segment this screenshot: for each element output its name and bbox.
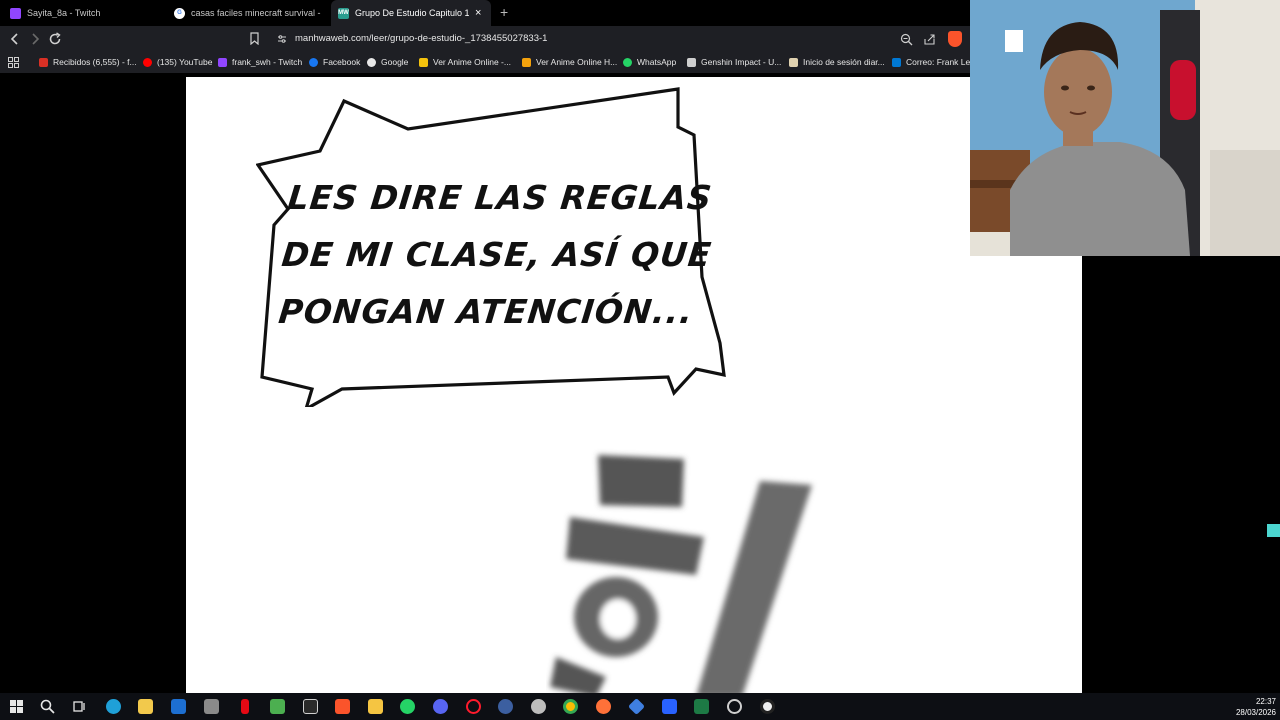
whatsapp-icon — [623, 57, 632, 67]
clock-time: 22:37 — [1255, 697, 1276, 706]
opera-icon[interactable] — [466, 699, 481, 714]
manhwa-page[interactable]: LES DIRE LAS REGLAS DE MI CLASE, ASÍ QUE… — [186, 77, 1082, 693]
tab-label: Sayita_8a - Twitch — [27, 8, 101, 18]
search-icon[interactable] — [40, 699, 55, 714]
brave-icon[interactable] — [335, 699, 350, 714]
bookmark-youtube[interactable]: (135) YouTube — [143, 57, 212, 67]
system-clock[interactable]: 22:37 28/03/2026 — [1236, 696, 1276, 718]
speech-bubble-text: LES DIRE LAS REGLAS DE MI CLASE, ASÍ QUE… — [273, 169, 715, 340]
back-icon[interactable] — [7, 31, 23, 47]
sound-effect-illustration — [550, 455, 812, 693]
start-icon[interactable] — [9, 699, 24, 714]
new-tab-button[interactable]: + — [500, 5, 508, 19]
mail-icon — [39, 57, 48, 67]
speed-icon[interactable] — [727, 699, 742, 714]
google-icon — [367, 57, 376, 67]
bookmark-label: WhatsApp — [637, 57, 677, 67]
url-text: manhwaweb.com/leer/grupo-de-estudio-_173… — [295, 33, 548, 44]
bookmark-label: Ver Anime Online -... — [433, 57, 511, 67]
bookmark-label: Google — [381, 57, 409, 67]
google-icon: G — [174, 7, 185, 19]
bookmark-gmail[interactable]: Recibidos (6,555) - f... — [39, 57, 137, 67]
youtube-icon — [143, 57, 152, 67]
excel-icon[interactable] — [694, 699, 709, 714]
bubble-line: PONGAN ATENCIÓN... — [276, 292, 696, 331]
site-settings-icon[interactable] — [277, 34, 287, 44]
manhwaweb-icon: MW — [338, 7, 349, 19]
zoom-icon[interactable] — [900, 33, 913, 46]
app-blue-icon[interactable] — [628, 698, 645, 715]
minecraft-icon[interactable] — [270, 699, 285, 714]
close-tab-icon[interactable]: × — [475, 7, 481, 19]
anime-icon — [522, 57, 531, 67]
bubble-line: DE MI CLASE, ASÍ QUE — [279, 235, 714, 274]
firefox-icon[interactable] — [596, 699, 611, 714]
app-box-icon[interactable] — [662, 699, 677, 714]
forward-icon[interactable] — [27, 31, 43, 47]
bookmark-google[interactable]: Google — [367, 57, 408, 67]
facebook-icon — [309, 57, 318, 67]
bookmark-anime-1[interactable]: Ver Anime Online -... — [419, 57, 511, 67]
clock-app-icon[interactable] — [760, 699, 775, 714]
page-icon — [789, 57, 798, 67]
screen: Sayita_8a - Twitch G casas faciles minec… — [0, 0, 1280, 720]
store-icon[interactable] — [368, 699, 383, 714]
bookmark-label: frank_swh - Twitch — [232, 57, 303, 67]
bookmark-label: (135) YouTube — [157, 57, 213, 67]
task-view-icon[interactable] — [72, 699, 87, 714]
bookmark-outlook[interactable]: Correo: Frank Leo — [892, 57, 975, 67]
bookmark-page-icon[interactable] — [250, 32, 259, 45]
apps-grid-icon[interactable] — [8, 57, 19, 68]
edge-icon[interactable] — [106, 699, 121, 714]
bookmark-label: Genshin Impact - U... — [701, 57, 782, 67]
bookmark-genshin[interactable]: Genshin Impact - U... — [687, 57, 781, 67]
tab-label: casas faciles minecraft survival - Busc — [191, 8, 322, 18]
twitch-icon — [10, 7, 21, 19]
steam-icon[interactable] — [498, 699, 513, 714]
bookmark-whatsapp[interactable]: WhatsApp — [623, 57, 676, 67]
epic-icon[interactable] — [303, 699, 318, 714]
bookmark-label: Recibidos (6,555) - f... — [53, 57, 137, 67]
address-bar[interactable]: manhwaweb.com/leer/grupo-de-estudio-_173… — [268, 29, 968, 50]
scroll-indicator[interactable] — [1267, 524, 1280, 537]
tab-twitch[interactable]: Sayita_8a - Twitch — [10, 0, 170, 26]
tab-google-search[interactable]: G casas faciles minecraft survival - Bus… — [174, 0, 322, 26]
bookmark-label: Facebook — [323, 57, 361, 67]
tab-manhwaweb[interactable]: MW Grupo De Estudio Capitulo 1 ma × — [331, 0, 491, 26]
file-explorer-icon[interactable] — [138, 699, 153, 714]
bookmark-daily-login[interactable]: Inicio de sesión diar... — [789, 57, 885, 67]
bookmark-label: Ver Anime Online H... — [536, 57, 618, 67]
whatsapp-icon[interactable] — [400, 699, 415, 714]
brave-shields-icon[interactable] — [948, 31, 962, 47]
twitch-icon — [218, 57, 227, 67]
bookmark-twitch[interactable]: frank_swh - Twitch — [218, 57, 302, 67]
clock-date: 28/03/2026 — [1235, 708, 1276, 717]
tab-label: Grupo De Estudio Capitulo 1 ma — [355, 8, 469, 18]
webcam-overlay — [970, 0, 1280, 256]
bookmark-label: Correo: Frank Leo — [906, 57, 975, 67]
mail-icon[interactable] — [171, 699, 186, 714]
webcam-feed-image — [970, 0, 1280, 256]
netflix-icon[interactable] — [241, 699, 249, 714]
reload-icon[interactable] — [47, 31, 63, 47]
bookmark-facebook[interactable]: Facebook — [309, 57, 360, 67]
obs-icon[interactable] — [531, 699, 546, 714]
genshin-icon — [687, 57, 696, 67]
anime-icon — [419, 57, 428, 67]
bookmark-anime-2[interactable]: Ver Anime Online H... — [522, 57, 617, 67]
bubble-line: LES DIRE LAS REGLAS — [285, 178, 715, 217]
calculator-icon[interactable] — [204, 699, 219, 714]
outlook-icon — [892, 57, 901, 67]
bookmarks-bar: Recibidos (6,555) - f... (135) YouTube f… — [0, 53, 975, 73]
chrome-icon[interactable] — [563, 699, 578, 714]
taskbar: 22:37 28/03/2026 — [0, 693, 1280, 720]
tab-strip: Sayita_8a - Twitch G casas faciles minec… — [0, 0, 970, 26]
share-icon[interactable] — [923, 33, 936, 46]
discord-icon[interactable] — [433, 699, 448, 714]
bookmark-label: Inicio de sesión diar... — [803, 57, 885, 67]
browser-toolbar: manhwaweb.com/leer/grupo-de-estudio-_173… — [0, 26, 970, 53]
